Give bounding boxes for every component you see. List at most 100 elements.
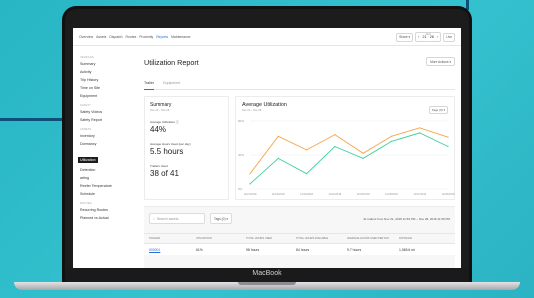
average-utilization-card: Average Utilization Nov 21 – Nov 28 Tags… <box>235 96 455 200</box>
sidebar-item-time-on-site[interactable]: Time on Site <box>80 84 133 92</box>
table-row[interactable]: 000001 61% 98 hours 84 hours 9.7 hours 1… <box>144 243 455 255</box>
summary-subtitle: Nov 21 – Nov 28 <box>150 109 170 112</box>
page-title: Utilization Report <box>144 58 199 67</box>
sidebar-item-equipment[interactable]: Equipment <box>80 92 133 100</box>
x-tick-label: 11/21/2018 <box>244 192 257 196</box>
sidebar-item-schedule[interactable]: Schedule <box>80 190 133 198</box>
sidebar-item-summary[interactable]: Summary <box>80 60 133 68</box>
tab-equipment[interactable]: Equipment <box>163 78 180 89</box>
x-tick-label: 11/26/2018 <box>385 192 398 196</box>
search-input[interactable]: ⌕ Search assets <box>149 213 205 224</box>
column-header-utilization[interactable]: Utilization <box>196 237 212 240</box>
nav-item-overview[interactable]: Overview <box>79 35 93 39</box>
sidebar-heading: Vehicles <box>80 55 94 59</box>
laptop-notch <box>238 282 296 285</box>
more-actions-button[interactable]: More Actions ▾ <box>426 57 455 66</box>
nav-item-proximity[interactable]: Proximity <box>139 35 153 39</box>
app-screen: Overview Assets Dispatch Routes Proximit… <box>73 28 461 268</box>
sidebar-item-inventory[interactable]: Inventory <box>80 132 133 140</box>
summary-title: Summary <box>150 102 172 108</box>
metric-label: Trailers Used <box>150 164 168 168</box>
x-tick-label: 11/24/2018 <box>328 192 341 196</box>
sidebar-item-safety-report[interactable]: Safety Report <box>80 116 133 124</box>
sidebar: Vehicles Summary Activity Trip History T… <box>73 46 133 268</box>
share-button[interactable]: Share ▾ <box>396 32 414 42</box>
sidebar-item-reefer-temperature[interactable]: Reefer Temperature <box>80 182 133 190</box>
top-controls: Share ▾ ‹ 2019 21 · 28 › Live <box>396 32 455 42</box>
column-header-avg-hours[interactable]: Average Hours Used per Day <box>347 237 389 240</box>
y-tick-label: 40% <box>238 153 244 157</box>
metric-value: 5.5 hours <box>150 147 184 156</box>
column-header-hours-available[interactable]: Total Hours Available <box>296 237 328 240</box>
metric-label: Average Utilization ⓘ <box>150 120 179 124</box>
metric-value: 44% <box>150 125 167 134</box>
table-header: Trailer Utilization Total Hours Used Tot… <box>144 233 455 243</box>
data-point <box>334 134 336 136</box>
y-tick-label: 0% <box>238 187 243 191</box>
sidebar-item-arting[interactable]: arting <box>80 174 133 182</box>
sidebar-item-safety-videos[interactable]: Safety Videos <box>80 108 133 116</box>
device-brand: MacBook <box>252 270 282 277</box>
table-cell: 61% <box>196 248 203 252</box>
sidebar-item-utilization[interactable]: Utilization <box>78 157 98 163</box>
nav-item-routes[interactable]: Routes <box>126 35 137 39</box>
summary-card: Summary Nov 21 – Nov 28 Average Utilizat… <box>144 96 229 200</box>
date-range: 21 · 28 <box>422 35 434 40</box>
data-point <box>390 140 393 142</box>
nav-item-reports[interactable]: Reports <box>156 35 168 39</box>
data-point <box>362 157 364 159</box>
metric-label: Average Hours Used (per day) <box>150 142 191 146</box>
data-point <box>249 173 251 175</box>
column-header-trailer[interactable]: Trailer <box>149 237 160 240</box>
tab-trailer[interactable]: Trailer <box>144 78 155 90</box>
table-cell: 1,565.6 mi <box>399 248 415 252</box>
data-point <box>447 145 449 148</box>
data-point <box>419 132 421 134</box>
sidebar-item-planned-vs-actual[interactable]: Planned vs Actual <box>80 214 133 222</box>
table-cell: 98 hours <box>246 248 260 252</box>
search-placeholder: Search assets <box>156 216 179 221</box>
nav-item-maintenance[interactable]: Maintenance <box>171 35 190 39</box>
x-tick-label: 11/25/2018 <box>357 192 370 196</box>
x-tick-label: 11/28/2018 <box>442 192 455 196</box>
info-icon[interactable]: ⓘ <box>176 120 179 124</box>
series-line-1 <box>249 127 449 174</box>
data-point <box>277 135 279 137</box>
sidebar-item-activity[interactable]: Activity <box>80 68 133 76</box>
data-point <box>362 152 364 154</box>
metric-value: 38 of 41 <box>150 169 179 178</box>
nav-item-dispatch[interactable]: Dispatch <box>109 35 122 39</box>
laptop-chin: MacBook <box>65 268 469 282</box>
nav-item-assets[interactable]: Assets <box>96 35 106 39</box>
column-header-hours-used[interactable]: Total Hours Used <box>246 237 272 240</box>
y-tick-label: 80% <box>238 119 244 123</box>
data-point <box>447 136 449 138</box>
chevron-right-icon[interactable]: › <box>437 35 438 39</box>
x-tick-label: 11/27/2018 <box>413 192 426 196</box>
sidebar-item-detention[interactable]: Detention <box>80 166 133 174</box>
table-cell: 84 hours <box>296 248 310 252</box>
sidebar-item-trip-history[interactable]: Trip History <box>80 76 133 84</box>
data-point <box>390 135 393 137</box>
search-icon: ⌕ <box>153 216 155 221</box>
main-content: Utilization Report More Actions ▾ Traile… <box>133 46 461 268</box>
chevron-left-icon[interactable]: ‹ <box>418 35 419 39</box>
trailer-link[interactable]: 000001 <box>149 248 160 252</box>
series-line-2 <box>249 132 449 185</box>
x-tick-label: 11/23/2018 <box>300 192 313 196</box>
live-button[interactable]: Live <box>443 32 455 42</box>
column-header-distance[interactable]: Distance <box>399 237 412 240</box>
sidebar-item-recurring-routes[interactable]: Recurring Routes <box>80 206 133 214</box>
date-picker[interactable]: ‹ 2019 21 · 28 › <box>415 32 442 42</box>
data-point <box>277 157 279 159</box>
sidebar-item-dormancy[interactable]: Dormancy <box>80 140 133 148</box>
data-point <box>334 145 336 148</box>
trailer-table: ⌕ Search assets Tags (0) ▾ 41 trailers f… <box>144 206 455 268</box>
range-summary: 41 trailers from Nov 21, 2018 11:59 PM –… <box>363 217 450 221</box>
tags-filter[interactable]: Tags (0) ▾ <box>210 213 232 224</box>
data-point <box>249 183 251 185</box>
data-point <box>305 173 308 175</box>
decorative-line <box>0 118 64 121</box>
tab-bar: Trailer Equipment <box>144 78 455 90</box>
sidebar-heading: Assets <box>80 127 92 131</box>
